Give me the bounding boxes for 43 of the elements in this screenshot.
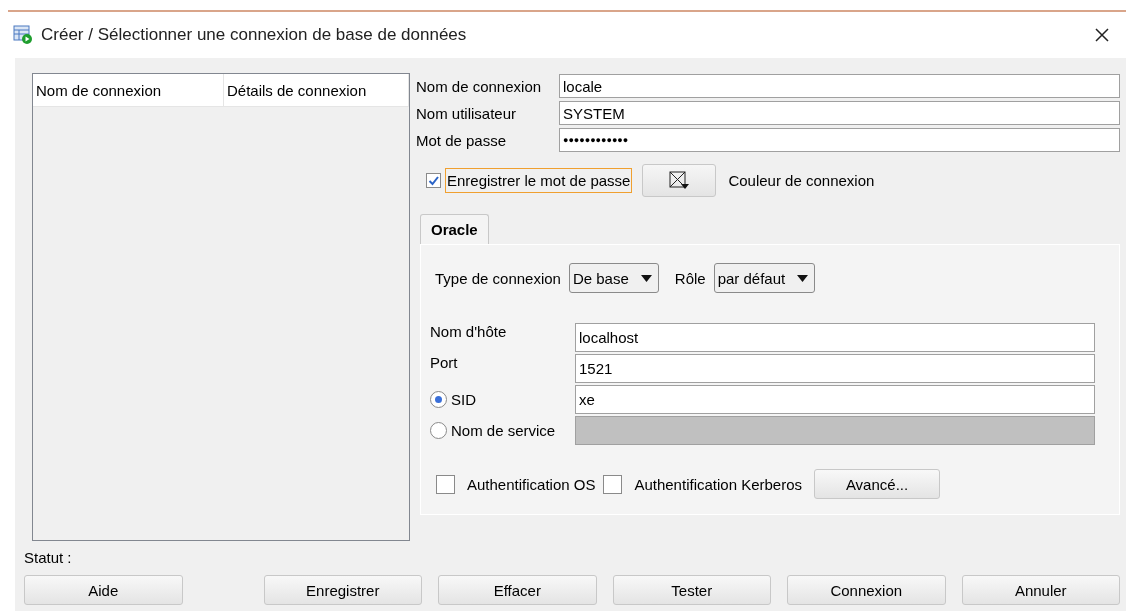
connection-list[interactable]: Nom de connexion Détails de connexion [32, 73, 410, 541]
dropdown[interactable]: par défaut [713, 263, 816, 293]
app-icon [13, 25, 33, 45]
tab[interactable]: Oracle [420, 214, 489, 244]
window-title: Créer / Sélectionner une connexion de base de données [41, 25, 468, 45]
field-label: Nom de connexion [416, 77, 543, 95]
field-label: Mot de passe [416, 131, 508, 149]
role-label: Rôle [674, 269, 706, 287]
checkbox[interactable] [603, 474, 623, 494]
input-field[interactable]: 1521 [575, 354, 1095, 383]
input-field[interactable]: locale [559, 74, 1120, 98]
column-header[interactable]: Détails de connexion [224, 74, 409, 106]
type-label: Type de connexion [435, 269, 561, 287]
input-field[interactable]: SYSTEM [559, 101, 1120, 125]
crossed-square-icon [668, 171, 690, 190]
input-field[interactable]: localhost [575, 323, 1095, 352]
field-label: Nom d'hôte [430, 323, 507, 340]
dialog-button[interactable]: Enregistrer [263, 575, 422, 605]
column-header[interactable]: Nom de connexion [33, 74, 224, 106]
dialog-button[interactable]: Tester [612, 575, 771, 605]
advanced-button[interactable]: Avancé... [814, 469, 941, 499]
checkbox[interactable] [436, 474, 455, 494]
checkbox[interactable] [426, 173, 441, 188]
checkbox-label[interactable]: Enregistrer le mot de passe [445, 168, 633, 193]
field-label: Nom utilisateur [416, 104, 518, 122]
dialog-button[interactable]: Aide [24, 575, 183, 605]
radio-button[interactable] [430, 391, 447, 408]
input-field[interactable]: xe [575, 385, 1095, 414]
password-field[interactable]: ●●●●●●●●●●●● [559, 128, 1120, 152]
field-label: Port [430, 354, 458, 371]
color-button[interactable] [642, 164, 717, 197]
dialog-button[interactable]: Effacer [438, 575, 597, 605]
dialog-button[interactable]: Annuler [961, 575, 1120, 605]
checkbox-label[interactable]: Authentification OS [465, 471, 598, 497]
dropdown[interactable]: De base [568, 263, 659, 293]
dialog-button[interactable]: Connexion [787, 575, 946, 605]
close-icon [1094, 26, 1110, 43]
checkbox-label[interactable]: Authentification Kerberos [632, 471, 805, 497]
status-label: Statut : [24, 549, 73, 568]
radio-label[interactable]: SID [451, 391, 476, 408]
caret-icon [640, 274, 652, 282]
caret-icon [797, 274, 809, 282]
color-label: Couleur de connexion [727, 171, 876, 191]
